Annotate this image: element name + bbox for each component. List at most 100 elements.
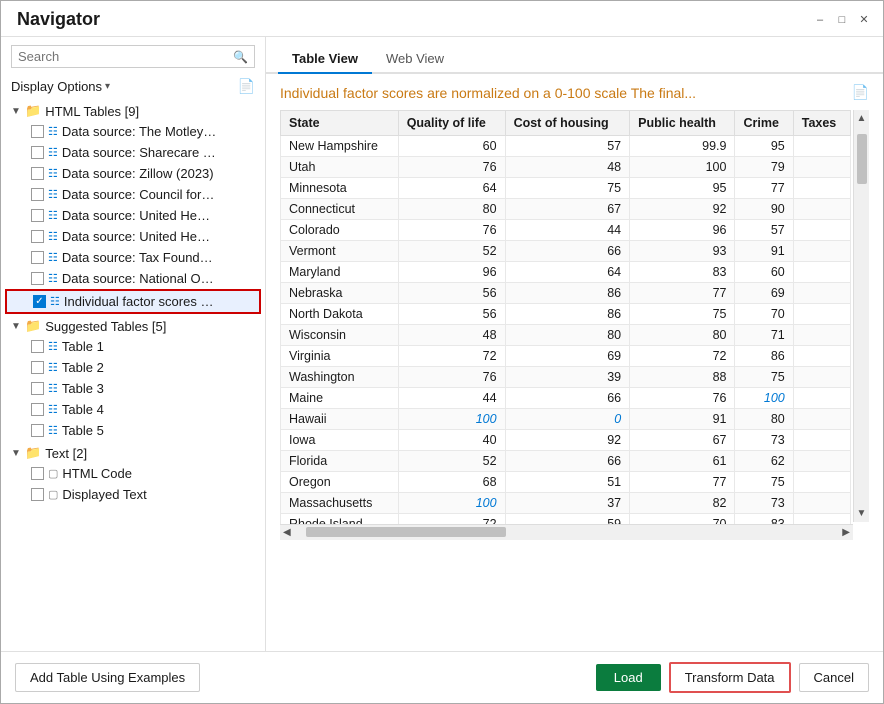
table-cell: 80	[505, 324, 630, 345]
item-checkbox[interactable]	[31, 488, 44, 501]
horizontal-scrollbar[interactable]: ◀ ▶	[280, 524, 853, 540]
table-cell: Nebraska	[281, 282, 399, 303]
export-icon[interactable]: 📄	[852, 84, 869, 101]
scroll-h-thumb[interactable]	[306, 527, 506, 537]
table-icon: ☷	[48, 230, 58, 243]
group-header-text[interactable]: ▼ 📁 Text [2]	[5, 443, 261, 463]
list-item[interactable]: ☷ Data source: Zillow (2023)	[5, 163, 261, 184]
table-row: Maine446676100	[281, 387, 851, 408]
item-checkbox[interactable]	[31, 188, 44, 201]
table-row: Connecticut80679290	[281, 198, 851, 219]
table-row: Utah764810079	[281, 156, 851, 177]
maximize-button[interactable]: □	[835, 13, 849, 27]
col-header-health: Public health	[630, 110, 735, 135]
table-cell	[793, 219, 850, 240]
table-cell: 57	[505, 135, 630, 156]
table-row: Washington76398875	[281, 366, 851, 387]
list-item[interactable]: ☷ Table 3	[5, 378, 261, 399]
list-item[interactable]: ☷ Data source: National Oce...	[5, 268, 261, 289]
table-cell: Utah	[281, 156, 399, 177]
list-item[interactable]: ▢ HTML Code	[5, 463, 261, 484]
list-item[interactable]: ☷ Table 4	[5, 399, 261, 420]
list-item[interactable]: ☷ Data source: The Motley F...	[5, 121, 261, 142]
list-item[interactable]: ☷ Data source: Sharecare (20...	[5, 142, 261, 163]
cancel-button[interactable]: Cancel	[799, 663, 869, 692]
minimize-button[interactable]: –	[813, 13, 827, 27]
table-cell: 92	[630, 198, 735, 219]
table-icon: ☷	[50, 295, 60, 308]
load-button[interactable]: Load	[596, 664, 661, 691]
group-label-suggested-tables: Suggested Tables [5]	[45, 319, 166, 334]
table-cell: 48	[398, 324, 505, 345]
group-header-suggested-tables[interactable]: ▼ 📁 Suggested Tables [5]	[5, 316, 261, 336]
table-cell: North Dakota	[281, 303, 399, 324]
expand-icon: ▼	[11, 106, 21, 117]
item-checkbox[interactable]	[31, 467, 44, 480]
table-cell: Virginia	[281, 345, 399, 366]
table-cell	[793, 450, 850, 471]
new-table-icon[interactable]: 📄	[238, 78, 255, 95]
item-label: Table 1	[62, 339, 104, 354]
list-item[interactable]: ☷ Table 5	[5, 420, 261, 441]
scroll-thumb[interactable]	[857, 134, 867, 184]
table-cell: 96	[630, 219, 735, 240]
table-cell: 99.9	[630, 135, 735, 156]
group-header-html-tables[interactable]: ▼ 📁 HTML Tables [9]	[5, 101, 261, 121]
item-checkbox[interactable]	[31, 230, 44, 243]
group-html-tables: ▼ 📁 HTML Tables [9] ☷ Data source: The M…	[5, 101, 261, 314]
item-checkbox[interactable]	[31, 209, 44, 222]
table-cell: 73	[735, 429, 793, 450]
list-item[interactable]: ☷ Data source: United Healt...	[5, 226, 261, 247]
item-checkbox[interactable]	[31, 340, 44, 353]
table-cell: Iowa	[281, 429, 399, 450]
vertical-scrollbar[interactable]: ▲ ▼	[853, 110, 869, 522]
table-cell: 64	[398, 177, 505, 198]
item-checkbox-checked[interactable]: ✓	[33, 295, 46, 308]
list-item[interactable]: ▢ Displayed Text	[5, 484, 261, 505]
item-checkbox[interactable]	[31, 251, 44, 264]
tab-web-view[interactable]: Web View	[372, 45, 458, 74]
table-icon: ☷	[48, 403, 58, 416]
list-item[interactable]: ☷ Data source: Council for C...	[5, 184, 261, 205]
table-cell: 71	[735, 324, 793, 345]
item-checkbox[interactable]	[31, 125, 44, 138]
scroll-right-button[interactable]: ▶	[839, 524, 853, 540]
scroll-up-button[interactable]: ▲	[854, 110, 869, 127]
item-checkbox[interactable]	[31, 382, 44, 395]
table-cell: 91	[735, 240, 793, 261]
item-label: Data source: Tax Foundati...	[62, 250, 217, 265]
scroll-down-button[interactable]: ▼	[854, 505, 869, 522]
item-checkbox[interactable]	[31, 361, 44, 374]
table-cell: Oregon	[281, 471, 399, 492]
list-item[interactable]: ☷ Data source: Tax Foundati...	[5, 247, 261, 268]
table-scroll-area[interactable]: State Quality of life Cost of housing Pu…	[280, 110, 869, 540]
table-icon: ☷	[48, 188, 58, 201]
list-item[interactable]: ☷ Table 1	[5, 336, 261, 357]
expand-icon: ▼	[11, 448, 21, 459]
doc-icon: ▢	[48, 488, 58, 501]
tab-table-view[interactable]: Table View	[278, 45, 372, 74]
table-cell: 80	[398, 198, 505, 219]
window-controls: – □ ✕	[813, 13, 871, 27]
transform-data-button[interactable]: Transform Data	[669, 662, 791, 693]
scroll-left-button[interactable]: ◀	[280, 524, 294, 540]
table-icon: ☷	[48, 125, 58, 138]
item-checkbox[interactable]	[31, 403, 44, 416]
list-item[interactable]: ☷ Data source: United Healt...	[5, 205, 261, 226]
list-item[interactable]: ☷ Table 2	[5, 357, 261, 378]
table-icon: ☷	[48, 382, 58, 395]
display-options-button[interactable]: Display Options ▾	[11, 79, 110, 94]
item-label: Data source: National Oce...	[62, 271, 217, 286]
doc-icon: ▢	[48, 467, 58, 480]
table-cell: 82	[630, 492, 735, 513]
item-checkbox[interactable]	[31, 146, 44, 159]
item-checkbox[interactable]	[31, 424, 44, 437]
table-cell: 61	[630, 450, 735, 471]
item-checkbox[interactable]	[31, 272, 44, 285]
table-row: Colorado76449657	[281, 219, 851, 240]
search-input[interactable]	[18, 49, 233, 64]
close-button[interactable]: ✕	[857, 13, 871, 27]
item-checkbox[interactable]	[31, 167, 44, 180]
list-item-selected[interactable]: ✓ ☷ Individual factor scores ar...	[5, 289, 261, 314]
add-table-button[interactable]: Add Table Using Examples	[15, 663, 200, 692]
